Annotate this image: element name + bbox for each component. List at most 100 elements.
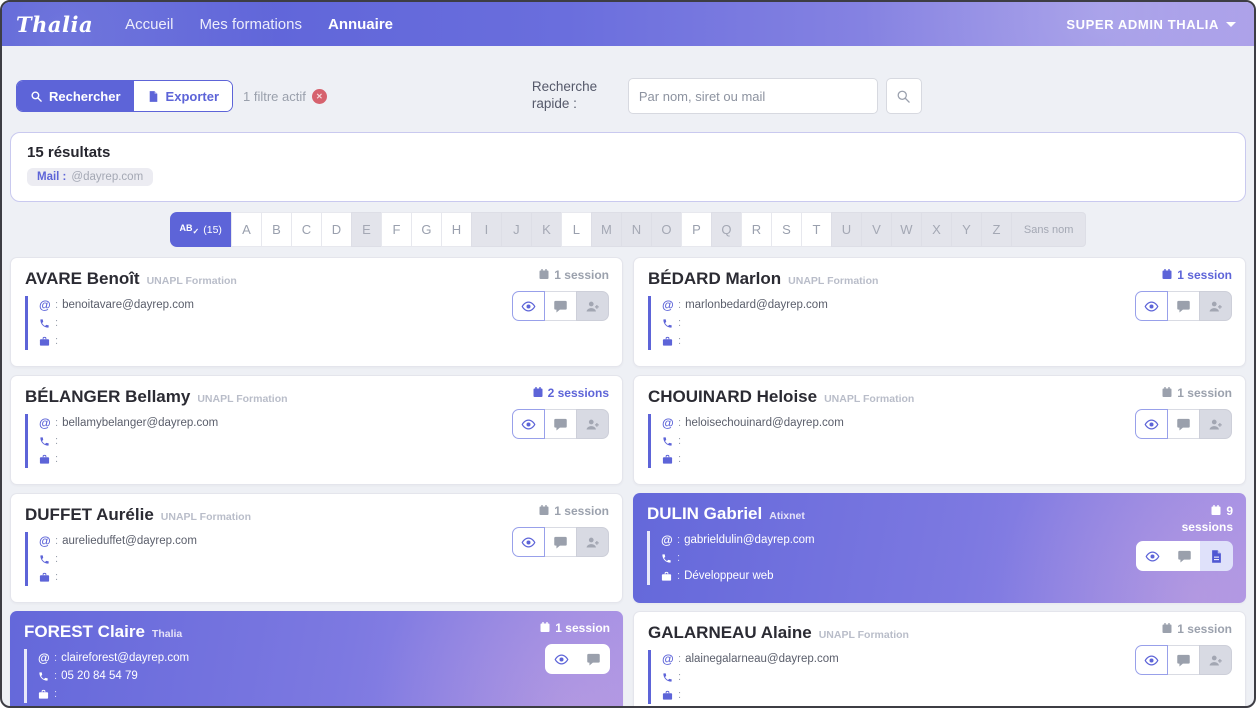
view-button[interactable] [512,527,545,557]
file-button[interactable] [1200,541,1233,571]
letter-filter-c[interactable]: C [291,212,322,247]
contact-card-galarneau[interactable]: GALARNEAU AlaineUNAPL Formation 1 sessio… [633,611,1246,708]
contact-company: UNAPL Formation [161,511,251,523]
contact-email: alainegalarneau@dayrep.com [685,653,839,665]
letter-filter-sans-nom: Sans nom [1011,212,1087,247]
filter-chip-mail[interactable]: Mail : @dayrep.com [27,168,153,186]
session-count-label: 1 session [1177,386,1232,400]
contact-company: UNAPL Formation [819,629,909,641]
contact-card-belanger[interactable]: BÉLANGER BellamyUNAPL Formation 2 sessio… [10,375,623,485]
search-button[interactable]: Rechercher [17,81,134,111]
thalia-logo[interactable]: Thalia [16,12,93,37]
contact-company: UNAPL Formation [147,275,237,287]
add-user-button[interactable] [1199,291,1232,321]
quick-search-input[interactable] [628,78,878,114]
view-button[interactable] [512,291,545,321]
separator: : [678,653,681,665]
separator: : [678,335,681,347]
briefcase-icon [39,336,54,347]
chat-button[interactable] [577,644,610,674]
contact-company: UNAPL Formation [197,393,287,405]
view-button[interactable] [1135,409,1168,439]
clear-filter-icon[interactable]: ✕ [312,89,327,104]
contact-card-dulin[interactable]: DULIN GabrielAtixnet 9 sessions @:gabrie… [633,493,1246,603]
add-user-button[interactable] [1199,645,1232,675]
nav-accueil[interactable]: Accueil [125,16,173,33]
separator: : [678,689,681,701]
letter-filter-n: N [621,212,652,247]
separator: : [55,571,58,583]
calendar-icon [1161,268,1173,280]
alphabet-all-button[interactable]: AB✓ (15) [170,212,232,247]
contact-name: AVARE Benoît [25,269,140,288]
add-user-button[interactable] [576,527,609,557]
contact-card-chouinard[interactable]: CHOUINARD HeloiseUNAPL Formation 1 sessi… [633,375,1246,485]
chat-button[interactable] [1167,291,1200,321]
chat-button[interactable] [1168,541,1201,571]
letter-filter-z: Z [981,212,1012,247]
add-user-button[interactable] [1199,409,1232,439]
letter-filter-f[interactable]: F [381,212,412,247]
session-count: 2 sessions [532,386,609,400]
chat-button[interactable] [544,527,577,557]
letter-filter-g[interactable]: G [411,212,442,247]
chat-button[interactable] [544,409,577,439]
separator: : [55,453,58,465]
letter-filter-q: Q [711,212,742,247]
calendar-icon [1161,386,1173,398]
letter-filter-t[interactable]: T [801,212,832,247]
letter-filter-w: W [891,212,922,247]
contact-name: DULIN Gabriel [647,504,762,523]
letter-filter-p[interactable]: P [681,212,712,247]
add-user-button[interactable] [576,291,609,321]
results-count: 15 résultats [27,144,1229,161]
contact-name: FOREST Claire [24,622,145,641]
filter-chip-label: Mail : [37,171,66,183]
nav-annuaire[interactable]: Annuaire [328,16,393,33]
chat-button[interactable] [1167,409,1200,439]
separator: : [678,299,681,311]
chat-button[interactable] [544,291,577,321]
email-icon: @ [38,651,53,665]
card-actions [513,527,609,557]
letter-filter-d[interactable]: D [321,212,352,247]
letter-filter-h[interactable]: H [441,212,472,247]
quick-search-label: Recherche rapide : [532,79,614,113]
results-panel: 15 résultats Mail : @dayrep.com [10,132,1246,202]
contact-card-duffet[interactable]: DUFFET AurélieUNAPL Formation 1 session … [10,493,623,603]
view-button[interactable] [512,409,545,439]
contact-name: BÉDARD Marlon [648,269,781,288]
chat-button[interactable] [1167,645,1200,675]
quick-search-button[interactable] [886,78,922,114]
add-user-button[interactable] [576,409,609,439]
export-button[interactable]: Exporter [134,81,232,111]
contact-card-forest[interactable]: FOREST ClaireThalia 1 session @:clairefo… [10,611,623,708]
view-button[interactable] [1135,645,1168,675]
briefcase-icon [661,571,676,582]
letter-filter-l[interactable]: L [561,212,592,247]
view-button[interactable] [545,644,578,674]
search-icon [30,90,43,103]
letter-filter-b[interactable]: B [261,212,292,247]
active-filter-status: 1 filtre actif [243,89,306,104]
contact-card-bedard[interactable]: BÉDARD MarlonUNAPL Formation 1 session @… [633,257,1246,367]
session-count: 9 sessions [1175,503,1233,535]
navbar: Thalia Accueil Mes formations Annuaire S… [2,2,1254,46]
card-actions [513,409,609,439]
letter-filter-o: O [651,212,682,247]
letter-filter-r[interactable]: R [741,212,772,247]
letter-filter-a[interactable]: A [231,212,262,247]
separator: : [677,534,680,546]
calendar-icon [539,621,551,633]
nav-mes-formations[interactable]: Mes formations [199,16,302,33]
letter-filter-k: K [531,212,562,247]
contact-card-avare[interactable]: AVARE BenoîtUNAPL Formation 1 session @:… [10,257,623,367]
session-count-label: 2 sessions [548,386,609,400]
letter-filter-s[interactable]: S [771,212,802,247]
letter-filter-j: J [501,212,532,247]
view-button[interactable] [1136,541,1169,571]
view-button[interactable] [1135,291,1168,321]
separator: : [678,417,681,429]
calendar-icon [532,386,544,398]
user-menu[interactable]: SUPER ADMIN THALIA [1066,17,1236,32]
